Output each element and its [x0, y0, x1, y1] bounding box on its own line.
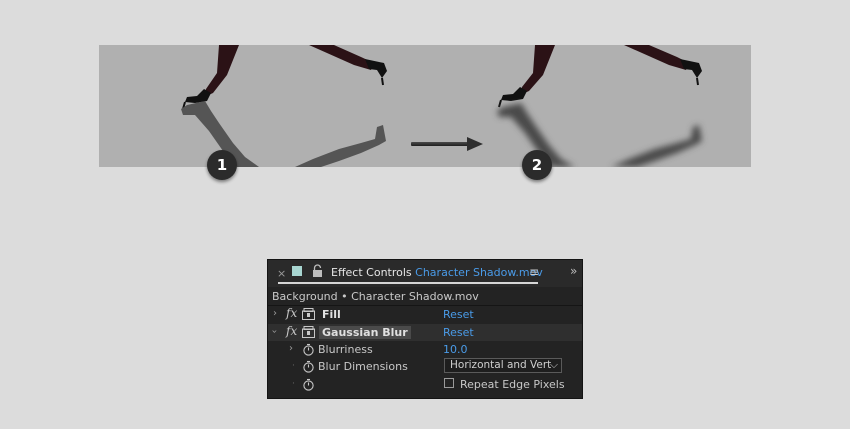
stopwatch-icon[interactable] — [302, 360, 315, 373]
lock-icon[interactable] — [312, 264, 323, 278]
more-panels-icon[interactable]: » — [570, 264, 578, 278]
active-tab-underline — [278, 282, 538, 284]
repeat-edge-pixels-label: Repeat Edge Pixels — [460, 378, 565, 391]
effect-preset-icon — [302, 326, 315, 338]
property-label-blur-dimensions: Blur Dimensions — [318, 360, 408, 373]
panel-file-name: Character Shadow.mov — [415, 266, 543, 279]
effect-name-fill: Fill — [322, 308, 341, 321]
shadow-1-right — [295, 125, 386, 167]
chevron-down-icon: ⌵ — [550, 359, 558, 371]
scene-2 — [497, 45, 702, 167]
bullet-dot: · — [292, 379, 295, 389]
breadcrumb: Background • Character Shadow.mov — [272, 290, 479, 303]
property-label-blurriness: Blurriness — [318, 343, 373, 356]
blur-dimensions-value: Horizontal and Vert — [450, 359, 552, 371]
repeat-edge-pixels-checkbox[interactable] — [444, 378, 454, 388]
reset-fill-button[interactable]: Reset — [443, 308, 474, 321]
close-icon[interactable]: × — [277, 267, 286, 280]
shadow-2-right — [611, 125, 702, 167]
effect-name-gaussian-blur: Gaussian Blur — [319, 326, 411, 339]
reset-gaussian-blur-button[interactable]: Reset — [443, 326, 474, 339]
fx-icon[interactable]: fx — [286, 324, 297, 338]
effect-row-fill[interactable]: › fx Fill Reset — [268, 306, 582, 323]
right-leg-1 — [309, 45, 374, 70]
left-leg-1 — [204, 45, 239, 97]
property-row-repeat-edge-pixels: · Repeat Edge Pixels — [268, 376, 582, 393]
scene-1 — [181, 45, 387, 167]
step-badge-2: 2 — [522, 150, 552, 180]
effect-row-gaussian-blur[interactable]: › fx Gaussian Blur Reset — [268, 324, 582, 341]
blur-dimensions-dropdown[interactable]: Horizontal and Vert ⌵ — [444, 358, 562, 373]
bullet-dot: · — [292, 361, 295, 371]
expand-chevron-icon[interactable]: › — [289, 343, 293, 354]
property-row-blurriness: › Blurriness 10.0 — [268, 341, 582, 358]
left-boot-2 — [501, 87, 527, 101]
panel-tab-effect-controls[interactable]: Effect Controls Character Shadow.mov — [331, 266, 543, 279]
collapse-chevron-icon[interactable]: › — [269, 330, 280, 334]
fx-icon[interactable]: fx — [286, 306, 297, 320]
effect-controls-panel: × Effect Controls Character Shadow.mov ≡… — [267, 259, 583, 399]
arrow-icon — [411, 137, 483, 151]
left-leg-2 — [520, 45, 555, 95]
property-row-blur-dimensions: · Blur Dimensions Horizontal and Vert ⌵ — [268, 358, 582, 375]
panel-menu-icon[interactable]: ≡ — [529, 265, 539, 279]
illustration-strip — [99, 45, 751, 167]
stopwatch-icon[interactable] — [302, 378, 315, 391]
panel-color-swatch — [292, 266, 302, 276]
effect-preset-icon — [302, 308, 315, 320]
stopwatch-icon[interactable] — [302, 343, 315, 356]
panel-tab-bar: × Effect Controls Character Shadow.mov ≡… — [268, 260, 582, 287]
shadow-comparison-illustration — [181, 45, 702, 167]
left-boot-1 — [185, 89, 211, 103]
right-leg-2 — [624, 45, 689, 70]
blurriness-value[interactable]: 10.0 — [443, 343, 468, 356]
panel-title: Effect Controls — [331, 266, 412, 279]
step-badge-1: 1 — [207, 150, 237, 180]
expand-chevron-icon[interactable]: › — [273, 308, 277, 319]
